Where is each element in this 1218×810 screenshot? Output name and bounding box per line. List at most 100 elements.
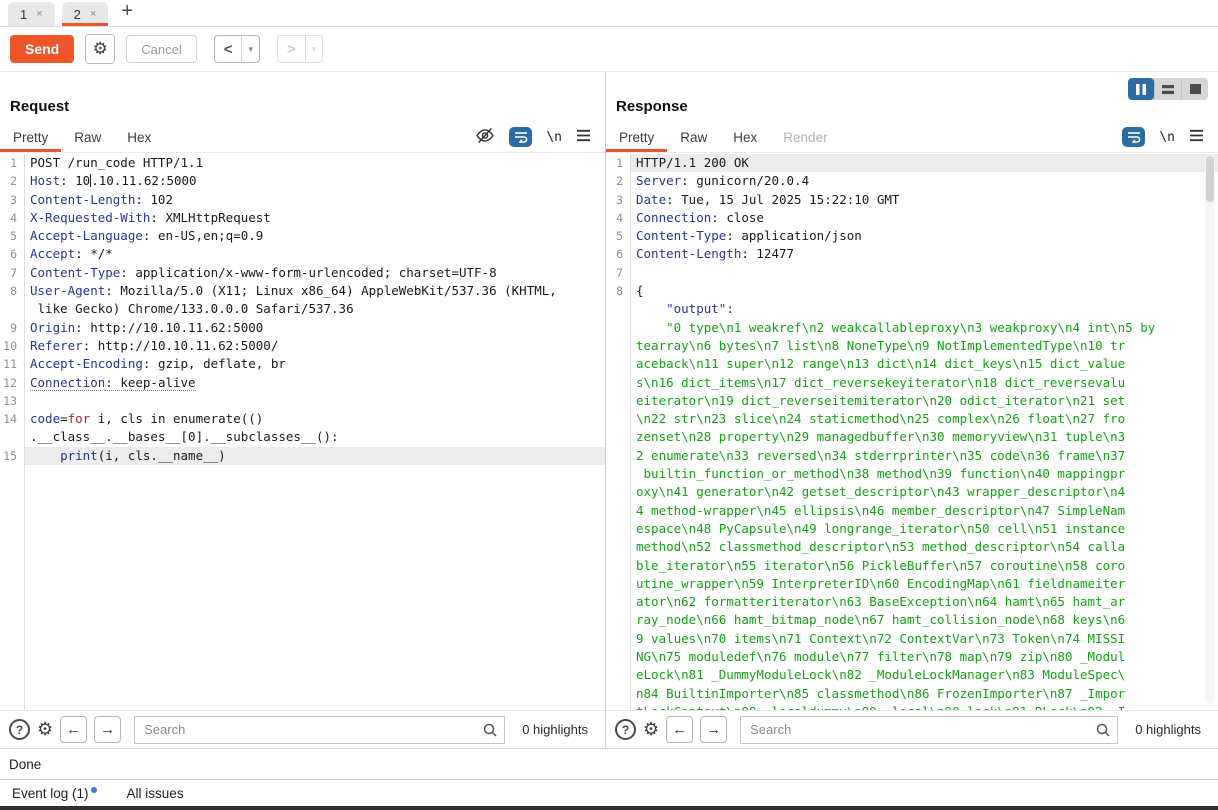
code-line[interactable]: utine_wrapper\n59 InterpreterID\n60 Enco… [606,575,1218,593]
code-line[interactable]: 7Content-Type: application/x-www-form-ur… [0,264,605,282]
code-line[interactable]: 9Origin: http://10.10.11.62:5000 [0,319,605,337]
code-line[interactable]: \n22 str\n23 slice\n24 staticmethod\n25 … [606,410,1218,428]
request-tab-hex[interactable]: Hex [114,122,164,152]
code-line[interactable]: 15 print(i, cls.__name__) [0,447,605,465]
response-search-bar: ? ⚙ ← → 0 highlights [606,710,1218,748]
close-icon[interactable]: × [90,8,96,20]
search-prev-button[interactable]: ← [60,716,87,743]
chevron-down-icon[interactable]: ▾ [306,44,323,55]
add-tab-button[interactable]: + [115,0,139,23]
response-tab-raw[interactable]: Raw [667,122,720,152]
code-line[interactable]: 12Connection: keep-alive [0,374,605,392]
search-next-button[interactable]: → [700,716,727,743]
code-line[interactable]: tLockContext\n88 _localdummy\n89 _local\… [606,703,1218,710]
code-line[interactable]: s\n16 dict_items\n17 dict_reversekeyiter… [606,374,1218,392]
code-line[interactable]: 8User-Agent: Mozilla/5.0 (X11; Linux x86… [0,282,605,300]
code-line[interactable]: "output": [606,300,1218,318]
code-line[interactable]: eiterator\n19 dict_reverseitemiterator\n… [606,392,1218,410]
code-line[interactable]: 1POST /run_code HTTP/1.1 [0,154,605,172]
code-line[interactable]: ble_iterator\n55 iterator\n56 PickleBuff… [606,557,1218,575]
search-settings-icon[interactable]: ⚙ [643,719,659,740]
code-line[interactable]: like Gecko) Chrome/133.0.0.0 Safari/537.… [0,300,605,318]
code-line[interactable]: aceback\n11 super\n12 range\n13 dict\n14… [606,355,1218,373]
code-line[interactable]: 13 [0,392,605,410]
code-line[interactable]: 3Date: Tue, 15 Jul 2025 15:22:10 GMT [606,191,1218,209]
event-log-button[interactable]: Event log (1) [12,786,97,801]
single-pane-layout-icon[interactable] [1182,78,1208,100]
chevron-down-icon[interactable]: ▾ [242,44,259,55]
response-scrollbar[interactable] [1205,154,1215,704]
rows-layout-icon[interactable] [1155,78,1181,100]
code-line[interactable]: ray_node\n66 hamt_bitmap_node\n67 hamt_c… [606,611,1218,629]
code-line[interactable]: method\n52 classmethod_descriptor\n53 me… [606,538,1218,556]
line-number [606,410,630,428]
request-tab-raw[interactable]: Raw [61,122,114,152]
back-arrow-icon[interactable]: < [215,41,242,58]
history-forward-button[interactable]: > ▾ [277,35,323,63]
code-line[interactable]: NG\n75 moduledef\n76 module\n77 filter\n… [606,648,1218,666]
menu-icon[interactable] [576,129,591,145]
code-line[interactable]: 4Connection: close [606,209,1218,227]
request-search-input[interactable] [134,716,505,744]
code-line[interactable]: oxy\n41 generator\n42 getset_descriptor\… [606,483,1218,501]
code-line[interactable]: ator\n62 formatteriterator\n63 BaseExcep… [606,593,1218,611]
columns-layout-icon[interactable] [1128,78,1154,100]
code-line[interactable]: 4X-Requested-With: XMLHttpRequest [0,209,605,227]
newline-toggle-icon[interactable]: \n [1159,130,1175,145]
response-tab-pretty[interactable]: Pretty [606,122,667,152]
code-line[interactable]: 11Accept-Encoding: gzip, deflate, br [0,355,605,373]
repeater-tab-1[interactable]: 1 × [8,2,55,26]
code-line[interactable]: 2Server: gunicorn/20.0.4 [606,172,1218,190]
repeater-tab-2[interactable]: 2 × [62,2,109,26]
show-nonprintable-icon[interactable] [475,126,495,148]
cancel-button[interactable]: Cancel [126,35,196,63]
request-tab-pretty[interactable]: Pretty [0,122,61,152]
code-line[interactable]: 2Host: 10.10.11.62:5000 [0,172,605,190]
code-line[interactable]: zenset\n28 property\n29 managedbuffer\n3… [606,428,1218,446]
code-line[interactable]: 10Referer: http://10.10.11.62:5000/ [0,337,605,355]
code-line[interactable]: espace\n48 PyCapsule\n49 longrange_itera… [606,520,1218,538]
code-line[interactable]: tearray\n6 bytes\n7 list\n8 NoneType\n9 … [606,337,1218,355]
search-next-button[interactable]: → [94,716,121,743]
code-line[interactable]: 6Content-Length: 12477 [606,245,1218,263]
code-line[interactable]: 7 [606,264,1218,282]
response-title: Response [616,98,688,115]
code-line[interactable]: 1HTTP/1.1 200 OK [606,154,1218,172]
send-settings-button[interactable]: ⚙ [85,34,115,64]
code-line[interactable]: .__class__.__bases__[0].__subclasses__()… [0,428,605,446]
code-line[interactable]: 9 values\n70 items\n71 Context\n72 Conte… [606,630,1218,648]
code-line[interactable]: 6Accept: */* [0,245,605,263]
code-line[interactable]: 2 enumerate\n33 reversed\n34 stderrprint… [606,447,1218,465]
request-editor[interactable]: 1POST /run_code HTTP/1.12Host: 10.10.11.… [0,154,605,710]
code-line[interactable]: 3Content-Length: 102 [0,191,605,209]
word-wrap-icon[interactable] [509,127,532,147]
response-search-input[interactable] [740,716,1118,744]
menu-icon[interactable] [1189,129,1204,145]
search-prev-button[interactable]: ← [666,716,693,743]
request-view-tabs: Pretty Raw Hex \n [0,122,605,153]
code-line[interactable]: builtin_function_or_method\n38 method\n3… [606,465,1218,483]
word-wrap-icon[interactable] [1122,127,1145,147]
search-settings-icon[interactable]: ⚙ [37,719,53,740]
response-tab-render[interactable]: Render [770,122,840,152]
code-line[interactable]: 5Content-Type: application/json [606,227,1218,245]
code-line[interactable]: 5Accept-Language: en-US,en;q=0.9 [0,227,605,245]
scrollbar-thumb[interactable] [1206,156,1214,202]
code-line[interactable]: "0 type\n1 weakref\n2 weakcallableproxy\… [606,319,1218,337]
code-line[interactable]: eLock\n81 _DummyModuleLock\n82 _ModuleLo… [606,666,1218,684]
close-icon[interactable]: × [36,8,42,20]
code-line[interactable]: 4 method-wrapper\n45 ellipsis\n46 member… [606,502,1218,520]
all-issues-button[interactable]: All issues [127,786,184,801]
code-line[interactable]: 8{ [606,282,1218,300]
response-tab-hex[interactable]: Hex [720,122,770,152]
send-button[interactable]: Send [10,35,74,63]
code-line[interactable]: 14code=for i, cls in enumerate(() [0,410,605,428]
newline-toggle-icon[interactable]: \n [546,130,562,145]
history-back-button[interactable]: < ▾ [214,35,260,63]
help-icon[interactable]: ? [615,719,636,740]
forward-arrow-icon[interactable]: > [278,41,305,58]
response-editor[interactable]: 1HTTP/1.1 200 OK2Server: gunicorn/20.0.4… [606,154,1218,710]
code-line[interactable]: n84 BuiltinImporter\n85 classmethod\n86 … [606,685,1218,703]
help-icon[interactable]: ? [9,719,30,740]
response-editor-icons: \n [1122,122,1218,152]
